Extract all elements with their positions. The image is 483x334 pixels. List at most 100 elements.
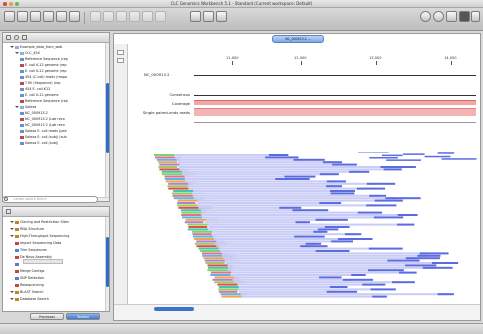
read-segment	[315, 250, 350, 252]
tool-icon	[15, 220, 19, 224]
read-pair-span	[227, 269, 379, 272]
disclosure-triangle-icon[interactable]	[10, 235, 14, 237]
toolbox-item[interactable]: Trim Sequences	[15, 248, 47, 253]
toolbox-item[interactable]: Merge Contigs	[15, 269, 44, 274]
import-button[interactable]	[30, 11, 41, 22]
tab-toolbox[interactable]: Toolbox	[66, 313, 100, 320]
toolbox-scroll-thumb[interactable]	[106, 237, 109, 287]
toolbox-scrollbar[interactable]	[105, 217, 109, 311]
read-pair-span	[213, 235, 305, 238]
collapse-icon[interactable]	[22, 35, 27, 40]
read-segment	[305, 242, 322, 245]
disclosure-triangle-icon[interactable]	[10, 221, 14, 223]
print-button[interactable]	[69, 11, 80, 22]
read-segment	[431, 262, 459, 264]
toolbox-item[interactable]: Cloning and Restriction Sites	[10, 220, 69, 225]
navigation-item[interactable]: Solexa	[15, 105, 36, 110]
navigation-scroll-thumb[interactable]	[106, 83, 109, 153]
support-button[interactable]	[216, 11, 227, 22]
disclosure-triangle-icon[interactable]	[10, 228, 14, 230]
read-segment	[330, 192, 355, 195]
disclosure-triangle-icon[interactable]	[10, 291, 14, 293]
toolbox-item[interactable]: Database Search	[10, 297, 49, 302]
graphics-button[interactable]	[56, 11, 67, 22]
toolbox-item[interactable]: RNA Structure	[10, 227, 44, 232]
disclosure-triangle-icon[interactable]	[15, 52, 19, 54]
navigation-item-label: NC_000913.2 (Lab reco	[25, 123, 65, 127]
navigation-item[interactable]: CLC_454	[15, 51, 40, 56]
navigation-item[interactable]: NC_000913.2 (Lab reco	[20, 117, 65, 122]
search-button[interactable]	[433, 11, 444, 22]
editor-horizontal-scroll-thumb[interactable]	[154, 307, 194, 311]
navigation-item-label: Solexa E. coli reads (pair	[25, 129, 67, 133]
disclosure-triangle-icon[interactable]	[10, 46, 14, 48]
read-pair-span	[238, 286, 340, 288]
read-segment	[279, 206, 302, 209]
navigation-item[interactable]: Example_data_from_web	[10, 45, 62, 50]
disclosure-triangle-icon[interactable]	[15, 106, 19, 108]
toolbox-item[interactable]: High-Throughput Sequencing	[10, 234, 69, 239]
toolbox-item[interactable]: BLAST Search	[10, 290, 44, 295]
read-pair-span	[228, 266, 433, 269]
plug-ins-button[interactable]	[203, 11, 214, 22]
navigation-item[interactable]: Solexa E. coli (subj)	[20, 141, 58, 146]
read-segment	[329, 286, 348, 288]
navigation-item[interactable]: E. coli K-12 genome (rep	[20, 63, 67, 68]
navigation-item[interactable]: 454 (C-coli) reads (mapp	[20, 75, 67, 80]
read-segment	[159, 163, 180, 166]
extra-view-button[interactable]	[471, 11, 480, 22]
read-mapping-view[interactable]	[144, 152, 480, 302]
navigation-item[interactable]: T fill (Sequence) (rep	[20, 81, 61, 86]
navigation-item-label: Reference Sequence (rep	[25, 57, 68, 61]
consensus-track-label: Consensus	[169, 92, 190, 97]
navigation-item[interactable]: Reference Sequence (rep	[20, 57, 68, 62]
show-button[interactable]	[4, 11, 15, 22]
tool-filter-field[interactable]	[23, 259, 63, 264]
navigation-item[interactable]: 454 E. coli K12	[20, 87, 50, 92]
navigation-item-label: E. coli K-12 genome	[25, 93, 59, 97]
toolbar-disabled-button	[155, 11, 166, 22]
read-pair-span	[188, 182, 377, 185]
sequence-icon	[20, 99, 24, 103]
coverage-track-label: Coverage	[171, 101, 190, 106]
new-folder-icon[interactable]	[6, 35, 11, 40]
refresh-icon[interactable]	[14, 35, 19, 40]
read-pair-span	[198, 206, 290, 209]
tool-icon	[15, 241, 19, 245]
zoom-in-icon[interactable]	[117, 50, 124, 55]
save-button[interactable]	[17, 11, 28, 22]
toolbox-item[interactable]	[15, 262, 20, 267]
zoom-out-icon[interactable]	[117, 58, 124, 63]
read-segment	[172, 194, 195, 197]
read-segment	[294, 235, 325, 238]
toolbox-item[interactable]: Import Sequencing Data	[15, 241, 61, 246]
disclosure-triangle-icon[interactable]	[10, 298, 14, 300]
workbench-button[interactable]	[190, 11, 201, 22]
navigation-item[interactable]: NC_000913.2 (Lab reco	[20, 123, 65, 128]
view-button[interactable]	[446, 11, 457, 22]
favorites-button[interactable]	[420, 11, 431, 22]
tab-processes[interactable]: Processes	[30, 313, 64, 320]
read-segment	[417, 254, 441, 257]
export-button[interactable]	[43, 11, 54, 22]
dark-view-button[interactable]	[459, 11, 470, 22]
navigation-item[interactable]: Solexa E. coli reads (pair	[20, 129, 67, 134]
navigation-item[interactable]: Solexa E. coli (subj) (sub	[20, 135, 67, 140]
read-pair-span	[178, 166, 391, 168]
navigation-item[interactable]: NC_000913.2	[20, 111, 48, 116]
navigation-vertical-scrollbar[interactable]	[105, 43, 109, 201]
navigation-item[interactable]: E. coli K-12 genome (rep	[20, 69, 67, 74]
toolbox-item[interactable]: Resequencing	[15, 283, 44, 288]
read-pair-span	[224, 259, 398, 262]
read-pair-span	[227, 264, 416, 267]
navigation-item[interactable]: Reference Sequence (rep	[20, 99, 68, 104]
editor-tab[interactable]: NC_000913.2 ...	[272, 35, 324, 43]
toolbox-item[interactable]: SNP Detection	[15, 276, 44, 281]
ruler-tick-label: 13,000	[369, 56, 382, 60]
navigation-item[interactable]: E. coli K-12 genome	[20, 93, 59, 98]
search-input[interactable]: <enter search term>	[2, 196, 98, 203]
read-pair-span	[197, 204, 377, 207]
toolbox-item-label: Database Search	[20, 297, 49, 301]
sequence-icon	[20, 117, 24, 121]
read-segment	[373, 216, 404, 219]
